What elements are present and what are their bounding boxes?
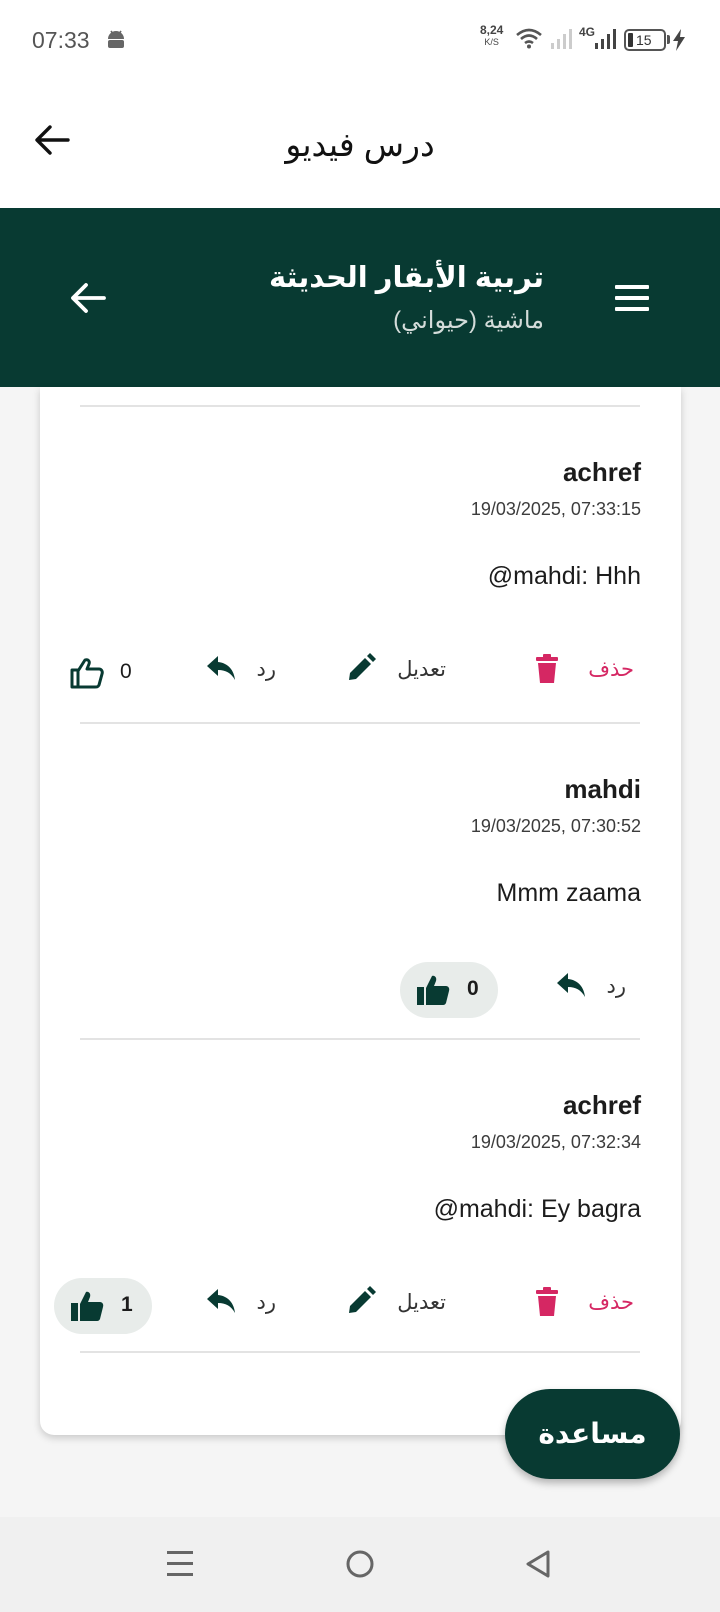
course-subtitle: ماشية (حيواني) <box>393 307 544 334</box>
comment-item: achref 19/03/2025, 07:33:15 @mahdi: Hhh … <box>40 407 681 723</box>
comments-card: achref 19/03/2025, 07:33:15 @mahdi: Hhh … <box>40 387 681 1435</box>
signal-icon <box>551 29 572 49</box>
like-count: 0 <box>467 977 479 1000</box>
divider <box>80 1351 640 1353</box>
edit-button[interactable]: تعديل <box>346 1284 446 1320</box>
charging-icon <box>673 29 685 51</box>
edit-label: تعديل <box>397 1291 446 1314</box>
help-label: مساعدة <box>538 1418 647 1449</box>
reply-button[interactable]: رد <box>556 968 626 1004</box>
network-speed-unit: K/S <box>484 37 499 47</box>
reply-icon <box>557 973 585 997</box>
thumbs-up-icon <box>71 1291 104 1321</box>
like-count: 1 <box>121 1293 133 1316</box>
course-header: تربية الأبقار الحديثة ماشية (حيواني) <box>0 208 720 387</box>
signal-icon <box>595 29 616 49</box>
reply-icon <box>207 1289 235 1313</box>
like-count: 0 <box>120 660 132 683</box>
comment-text: @mahdi: Ey bagra <box>433 1195 641 1223</box>
comment-author: mahdi <box>564 774 641 804</box>
delete-label: حذف <box>588 658 634 681</box>
comment-text: @mahdi: Hhh <box>487 562 641 590</box>
like-button[interactable]: 0 <box>400 962 498 1018</box>
pencil-icon <box>349 1286 376 1313</box>
thumbs-up-outline-icon <box>70 658 104 689</box>
comment-item: achref 19/03/2025, 07:32:34 @mahdi: Ey b… <box>40 1040 681 1356</box>
home-icon[interactable] <box>345 1549 375 1579</box>
comment-date: 19/03/2025, 07:32:34 <box>470 1132 641 1152</box>
reply-button[interactable]: رد <box>206 1284 276 1320</box>
reply-label: رد <box>256 1291 277 1314</box>
battery-level: 15 <box>636 32 652 48</box>
reply-button[interactable]: رد <box>206 651 276 687</box>
status-bar: 07:33 8,24 K/S 4G 15 <box>0 0 720 84</box>
reply-icon <box>207 656 235 680</box>
wifi-icon <box>516 28 542 49</box>
top-app-bar: درس فيديو <box>0 84 720 208</box>
trash-icon <box>536 654 558 683</box>
page-title: درس فيديو <box>285 126 435 163</box>
trash-icon <box>536 1287 558 1316</box>
like-button[interactable]: 1 <box>54 1278 152 1334</box>
comment-date: 19/03/2025, 07:30:52 <box>470 816 641 836</box>
delete-label: حذف <box>588 1291 634 1314</box>
comment-text: Mmm zaama <box>496 879 641 907</box>
delete-button[interactable]: حذف <box>534 1284 634 1320</box>
comment-author: achref <box>562 457 641 487</box>
network-type: 4G <box>579 25 596 39</box>
network-speed: 8,24 K/S <box>480 24 503 48</box>
edit-label: تعديل <box>397 658 446 681</box>
pencil-icon <box>349 653 376 680</box>
edit-button[interactable]: تعديل <box>346 651 446 687</box>
comment-item: mahdi 19/03/2025, 07:30:52 Mmm zaama رد … <box>40 724 681 1040</box>
help-button[interactable]: مساعدة <box>505 1389 680 1479</box>
reply-label: رد <box>606 975 627 998</box>
thumbs-up-icon <box>417 975 450 1005</box>
network-speed-value: 8,24 <box>480 23 504 37</box>
battery-tip <box>667 35 670 44</box>
comment-date: 19/03/2025, 07:33:15 <box>470 499 641 519</box>
delete-button[interactable]: حذف <box>534 651 634 687</box>
status-time: 07:33 <box>32 27 90 53</box>
android-icon <box>108 30 124 48</box>
arrow-left-icon[interactable] <box>66 276 110 320</box>
course-title: تربية الأبقار الحديثة <box>268 262 544 294</box>
back-icon[interactable] <box>524 1549 552 1579</box>
comment-author: achref <box>562 1090 641 1120</box>
like-button[interactable]: 0 <box>54 645 150 701</box>
reply-label: رد <box>256 658 277 681</box>
battery-icon: 15 <box>624 29 666 51</box>
battery-fill <box>628 33 633 47</box>
hamburger-icon[interactable] <box>612 281 652 315</box>
system-nav-bar <box>0 1517 720 1612</box>
recents-icon[interactable] <box>166 1548 194 1580</box>
